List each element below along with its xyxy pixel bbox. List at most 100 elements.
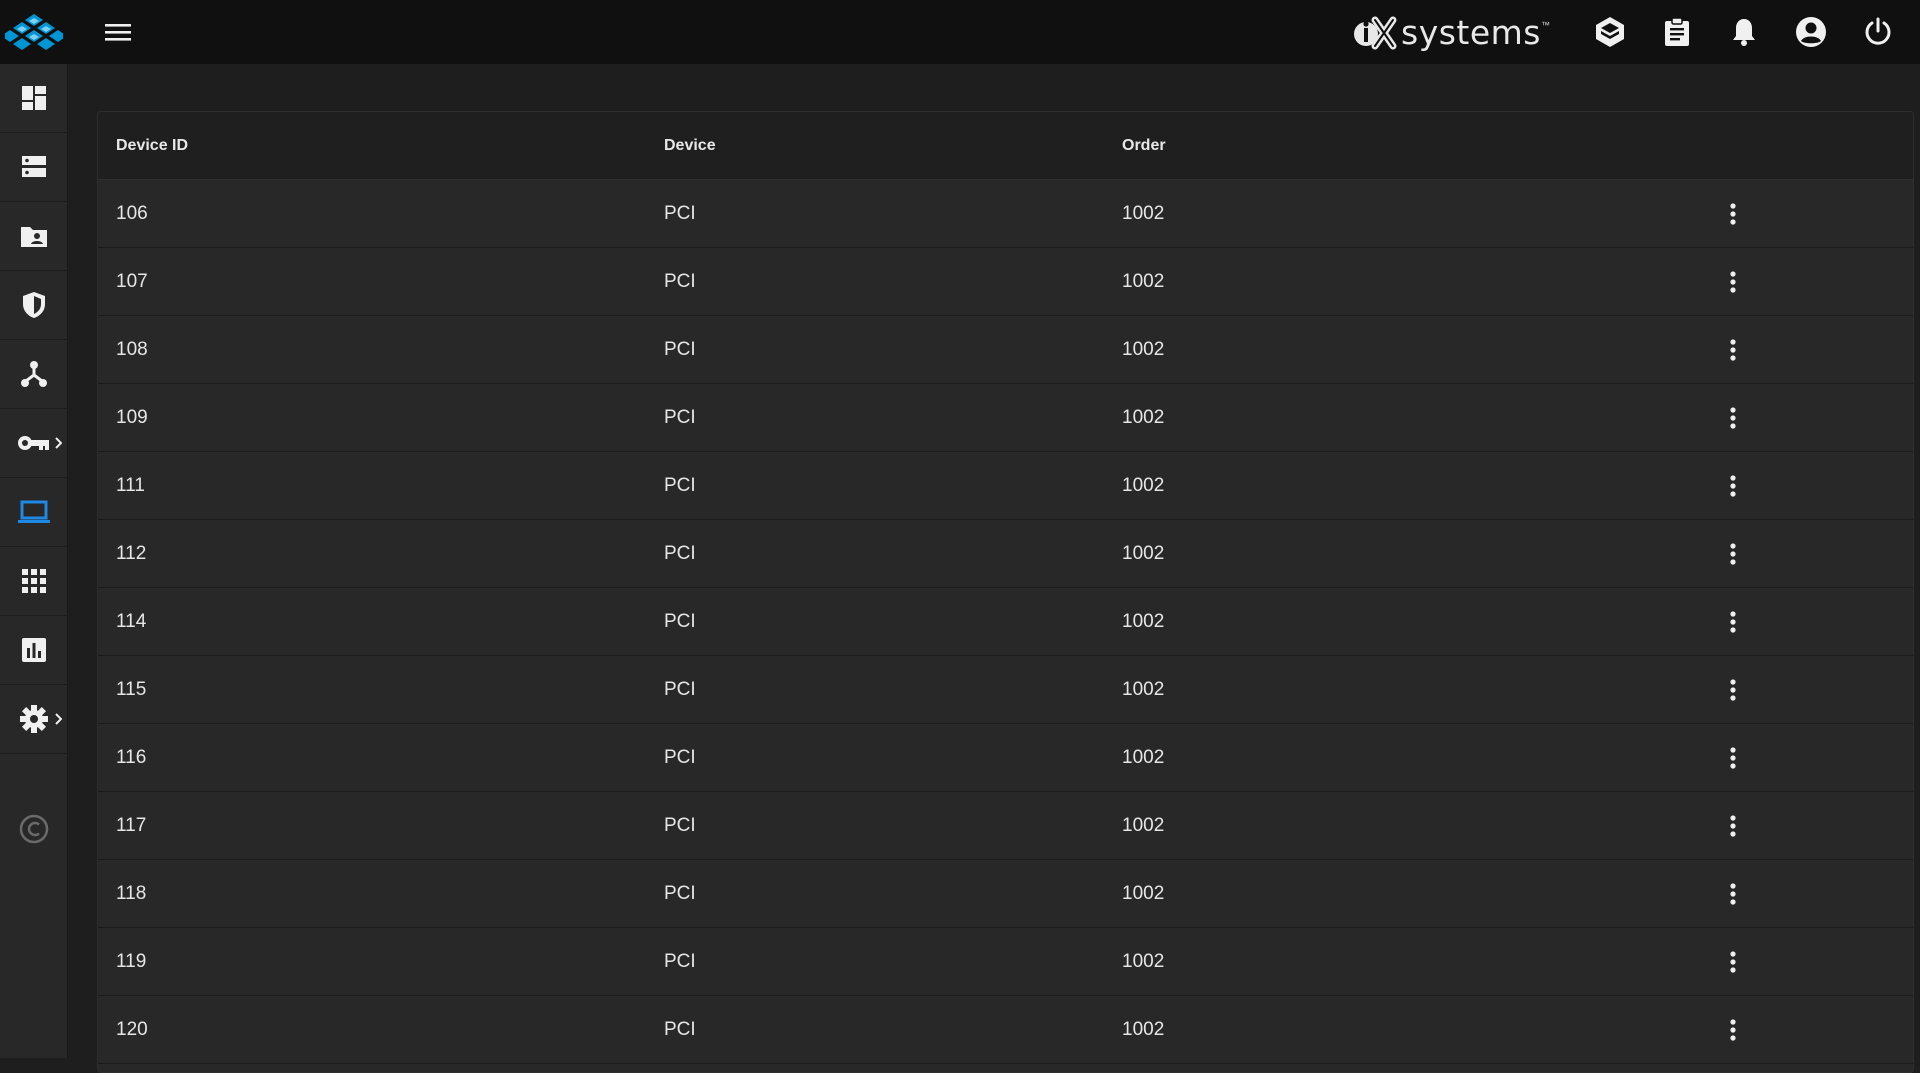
account-button[interactable] xyxy=(1787,8,1835,56)
storage-icon xyxy=(21,156,46,177)
cell-actions xyxy=(1713,604,1753,640)
more-vertical-icon xyxy=(1730,882,1736,905)
table-row[interactable]: 107 PCI 1002 xyxy=(98,248,1913,316)
menu-toggle-button[interactable] xyxy=(96,10,140,54)
truecommand-icon xyxy=(1596,17,1624,47)
sidebar-item-network[interactable] xyxy=(0,340,67,409)
sidebar-item-dashboard[interactable] xyxy=(0,64,67,133)
cell-device-id: 118 xyxy=(116,882,147,904)
trademark-mark: ™ xyxy=(1541,20,1550,30)
cell-device: PCI xyxy=(664,950,696,972)
cell-order: 1002 xyxy=(1122,610,1165,632)
cell-device: PCI xyxy=(664,814,696,836)
table-row[interactable]: 118 PCI 1002 xyxy=(98,860,1913,928)
table-row[interactable]: 111 PCI 1002 xyxy=(98,452,1913,520)
apps-grid-icon xyxy=(21,569,46,593)
sidebar-item-storage[interactable] xyxy=(0,133,67,202)
column-header-device[interactable]: Device xyxy=(664,137,1122,155)
row-actions-button[interactable] xyxy=(1715,332,1751,368)
laptop-icon xyxy=(17,500,50,523)
cell-device-id: 114 xyxy=(116,610,147,632)
cell-actions xyxy=(1713,264,1753,300)
column-header-order[interactable]: Order xyxy=(1122,137,1713,155)
ixsystems-wordmark: systems xyxy=(1401,12,1541,52)
table-row[interactable]: 116 PCI 1002 xyxy=(98,724,1913,792)
row-actions-button[interactable] xyxy=(1715,400,1751,436)
row-actions-button[interactable] xyxy=(1715,1012,1751,1048)
more-vertical-icon xyxy=(1730,610,1736,633)
table-row[interactable]: 109 PCI 1002 xyxy=(98,384,1913,452)
table-row[interactable]: 112 PCI 1002 xyxy=(98,520,1913,588)
table-row[interactable]: 120 PCI 1002 xyxy=(98,996,1913,1064)
row-actions-button[interactable] xyxy=(1715,196,1751,232)
bell-icon xyxy=(1733,19,1755,46)
cell-device-id: 112 xyxy=(116,542,147,564)
table-row[interactable]: 119 PCI 1002 xyxy=(98,928,1913,996)
cell-device-id: 117 xyxy=(116,814,147,836)
table-row[interactable]: 115 PCI 1002 xyxy=(98,656,1913,724)
sidebar-item-system-settings[interactable] xyxy=(0,685,67,754)
column-header-device-id[interactable]: Device ID xyxy=(98,137,664,155)
sidebar-item-virtualization[interactable] xyxy=(0,478,67,547)
sidebar-item-reporting[interactable] xyxy=(0,616,67,685)
power-button[interactable] xyxy=(1854,8,1902,56)
table-header-row: Device ID Device Order xyxy=(98,112,1913,180)
cell-device-id: 111 xyxy=(116,474,145,496)
sidebar-copyright[interactable] xyxy=(0,754,67,904)
cell-order: 1002 xyxy=(1122,338,1165,360)
table-row[interactable]: 108 PCI 1002 xyxy=(98,316,1913,384)
row-actions-button[interactable] xyxy=(1715,536,1751,572)
more-vertical-icon xyxy=(1730,406,1736,429)
cell-actions xyxy=(1713,400,1753,436)
sidebar-item-keys[interactable] xyxy=(0,409,67,478)
row-actions-button[interactable] xyxy=(1715,604,1751,640)
cell-device: PCI xyxy=(664,678,696,700)
truenas-logo[interactable] xyxy=(0,0,67,64)
cell-order: 1002 xyxy=(1122,202,1165,224)
cell-device: PCI xyxy=(664,882,696,904)
cell-device: PCI xyxy=(664,406,696,428)
cell-actions xyxy=(1713,672,1753,708)
sidebar-item-credentials[interactable] xyxy=(0,271,67,340)
ixsystems-logo[interactable]: systems ™ xyxy=(1353,0,1550,64)
copyright-icon xyxy=(19,814,48,844)
cell-actions xyxy=(1713,196,1753,232)
table-row[interactable]: 117 PCI 1002 xyxy=(98,792,1913,860)
sidebar-item-apps[interactable] xyxy=(0,547,67,616)
dashboard-icon xyxy=(21,86,46,110)
chevron-right-icon xyxy=(55,713,62,725)
hamburger-icon xyxy=(105,24,131,41)
truecommand-button[interactable] xyxy=(1586,8,1634,56)
row-actions-button[interactable] xyxy=(1715,876,1751,912)
cell-device-id: 109 xyxy=(116,406,148,428)
row-actions-button[interactable] xyxy=(1715,740,1751,776)
pci-devices-table-card: Device ID Device Order 106 PCI 1002 107 PCI 1… xyxy=(97,111,1914,1073)
cell-device: PCI xyxy=(664,1018,696,1040)
top-toolbar: systems ™ xyxy=(0,0,1920,64)
account-circle-icon xyxy=(1796,17,1826,47)
row-actions-button[interactable] xyxy=(1715,944,1751,980)
gear-icon xyxy=(19,705,48,733)
reporting-icon xyxy=(21,638,46,662)
more-vertical-icon xyxy=(1730,338,1736,361)
more-vertical-icon xyxy=(1730,474,1736,497)
cell-actions xyxy=(1713,1012,1753,1048)
shield-icon xyxy=(22,292,45,318)
row-actions-button[interactable] xyxy=(1715,672,1751,708)
table-row[interactable]: 114 PCI 1002 xyxy=(98,588,1913,656)
cell-device-id: 108 xyxy=(116,338,148,360)
sidebar-item-shares[interactable] xyxy=(0,202,67,271)
cell-order: 1002 xyxy=(1122,270,1165,292)
row-actions-button[interactable] xyxy=(1715,264,1751,300)
table-row[interactable]: 106 PCI 1002 xyxy=(98,180,1913,248)
cell-order: 1002 xyxy=(1122,406,1165,428)
alerts-button[interactable] xyxy=(1720,8,1768,56)
more-vertical-icon xyxy=(1730,814,1736,837)
cell-device: PCI xyxy=(664,338,696,360)
more-vertical-icon xyxy=(1730,542,1736,565)
row-actions-button[interactable] xyxy=(1715,808,1751,844)
row-actions-button[interactable] xyxy=(1715,468,1751,504)
chevron-right-icon xyxy=(55,437,62,449)
tasks-button[interactable] xyxy=(1653,8,1701,56)
cell-actions xyxy=(1713,944,1753,980)
